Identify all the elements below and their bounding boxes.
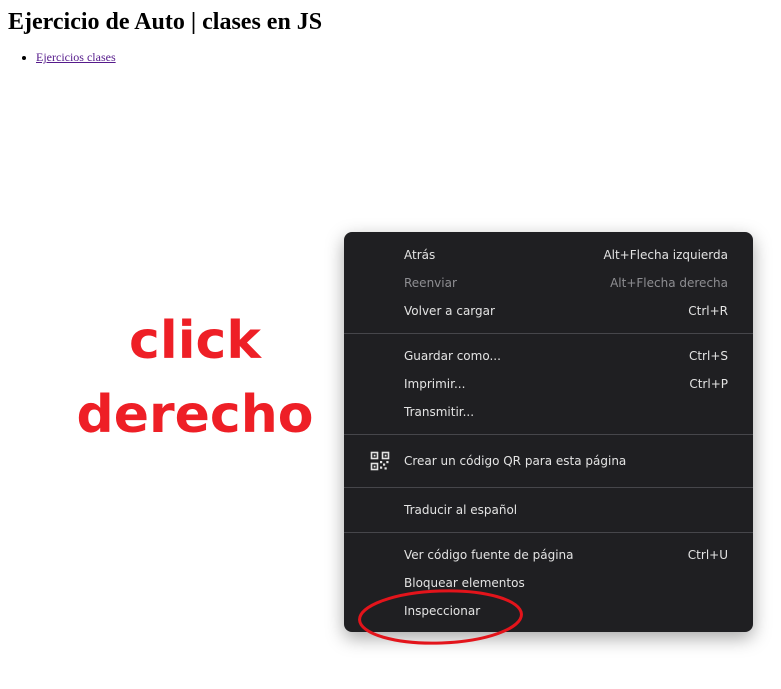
menu-item-transmitir[interactable]: Transmitir... [344,398,753,426]
menu-item-label: Volver a cargar [404,304,495,318]
menu-item-label: Bloquear elementos [404,576,525,590]
menu-item-guardar-como[interactable]: Guardar como... Ctrl+S [344,342,753,370]
menu-item-shortcut: Alt+Flecha izquierda [603,248,728,262]
annotation-line-2: derecho [76,385,314,445]
menu-item-label: Reenviar [404,276,457,290]
menu-item-label: Crear un código QR para esta página [404,454,627,468]
menu-item-label: Guardar como... [404,349,501,363]
menu-item-label: Ver código fuente de página [404,548,574,562]
menu-item-shortcut: Ctrl+R [688,304,728,318]
menu-item-label: Inspeccionar [404,604,481,618]
menu-item-label: Imprimir... [404,377,466,391]
menu-separator [344,487,753,488]
context-menu: Atrás Alt+Flecha izquierda Reenviar Alt+… [344,232,753,632]
ejercicios-clases-link[interactable]: Ejercicios clases [36,50,116,64]
qr-code-icon [370,451,390,471]
links-list: Ejercicios clases [0,49,116,65]
menu-item-atras[interactable]: Atrás Alt+Flecha izquierda [344,241,753,269]
menu-item-inspeccionar[interactable]: Inspeccionar [344,597,753,625]
menu-item-reenviar: Reenviar Alt+Flecha derecha [344,269,753,297]
page-title: Ejercicio de Auto | clases en JS [8,9,323,35]
menu-item-imprimir[interactable]: Imprimir... Ctrl+P [344,370,753,398]
menu-item-traducir[interactable]: Traducir al español [344,496,753,524]
annotation-line-1: click [129,311,261,371]
menu-item-volver-a-cargar[interactable]: Volver a cargar Ctrl+R [344,297,753,325]
click-derecho-annotation: click derecho [30,304,360,452]
menu-item-bloquear-elementos[interactable]: Bloquear elementos [344,569,753,597]
menu-item-label: Atrás [404,248,436,262]
menu-separator [344,532,753,533]
menu-separator [344,333,753,334]
menu-item-shortcut: Ctrl+P [689,377,728,391]
menu-item-label: Traducir al español [404,503,518,517]
menu-item-ver-codigo-fuente[interactable]: Ver código fuente de página Ctrl+U [344,541,753,569]
menu-item-shortcut: Ctrl+U [687,548,728,562]
menu-item-shortcut: Ctrl+S [688,349,728,363]
list-item: Ejercicios clases [36,49,116,65]
menu-item-crear-codigo-qr[interactable]: Crear un código QR para esta página [344,443,753,479]
menu-separator [344,434,753,435]
menu-item-label: Transmitir... [404,405,475,419]
menu-item-shortcut: Alt+Flecha derecha [610,276,728,290]
